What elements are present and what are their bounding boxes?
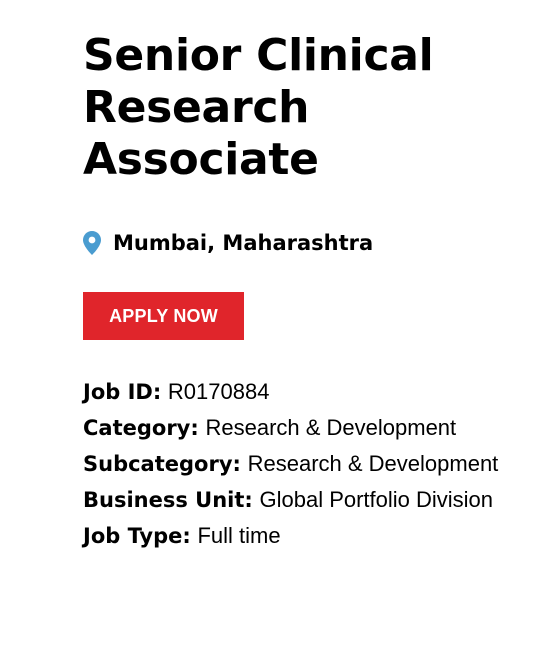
job-posting: Senior Clinical Research Associate Mumba…	[83, 30, 543, 554]
apply-now-button[interactable]: APPLY NOW	[83, 292, 244, 340]
detail-label: Category:	[83, 416, 199, 440]
detail-label: Job ID:	[83, 380, 162, 404]
detail-value: Full time	[197, 523, 281, 548]
detail-value: Global Portfolio Division	[259, 487, 494, 512]
detail-label: Subcategory:	[83, 452, 241, 476]
detail-value: Research & Development	[247, 451, 499, 476]
job-details: Job ID: R0170884 Category: Research & De…	[83, 374, 543, 554]
detail-business-unit: Business Unit: Global Portfolio Division	[83, 482, 543, 518]
location-text: Mumbai, Maharashtra	[113, 231, 374, 255]
job-title: Senior Clinical Research Associate	[83, 30, 434, 185]
detail-value: Research & Development	[205, 415, 457, 440]
detail-job-id: Job ID: R0170884	[83, 374, 543, 410]
detail-job-type: Job Type: Full time	[83, 518, 543, 554]
map-pin-icon	[83, 231, 101, 255]
detail-category: Category: Research & Development	[83, 410, 543, 446]
detail-label: Job Type:	[83, 524, 191, 548]
job-location: Mumbai, Maharashtra	[83, 228, 543, 258]
detail-label: Business Unit:	[83, 488, 253, 512]
detail-subcategory: Subcategory: Research & Development	[83, 446, 543, 482]
detail-value: R0170884	[167, 379, 270, 404]
